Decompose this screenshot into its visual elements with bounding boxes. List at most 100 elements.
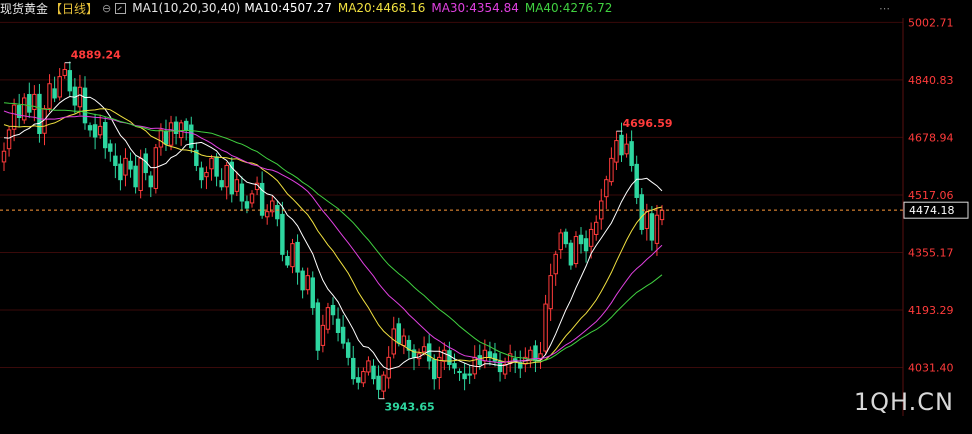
candle[interactable] [305,275,310,291]
candle[interactable] [133,165,138,188]
candle[interactable] [285,256,290,266]
candle[interactable] [583,238,589,252]
candle[interactable] [588,228,594,247]
candle[interactable] [649,213,655,241]
candle[interactable] [573,236,579,265]
candle[interactable] [340,326,346,344]
candle[interactable] [563,231,569,245]
candle[interactable] [386,356,391,379]
candle[interactable] [163,130,169,145]
candle[interactable] [619,134,624,156]
candle[interactable] [644,211,650,229]
candle[interactable] [204,172,209,178]
candle[interactable] [381,374,386,392]
candle[interactable] [345,342,351,358]
candle[interactable] [158,129,164,148]
ma-settings-label[interactable]: MA1(10,20,30,40) [132,1,240,15]
candle[interactable] [371,365,376,380]
candle[interactable] [361,371,366,384]
candle[interactable] [320,324,326,346]
period-label[interactable]: 【日线】 [50,0,98,17]
candle[interactable] [558,232,563,251]
candle[interactable] [487,351,493,358]
candle[interactable] [654,214,660,244]
candle[interactable] [280,213,285,255]
candle[interactable] [457,371,462,374]
candle[interactable] [67,70,73,92]
candle[interactable] [11,104,17,130]
candle[interactable] [548,275,553,310]
candle[interactable] [290,243,295,268]
candle[interactable] [173,121,179,134]
candle[interactable] [462,373,467,380]
candle[interactable] [366,360,371,373]
candle[interactable] [27,94,32,113]
candle[interactable] [421,346,427,353]
candle[interactable] [315,302,321,351]
candle[interactable] [47,83,52,109]
candle[interactable] [148,175,154,188]
candle[interactable] [77,86,83,108]
candle[interactable] [244,201,250,209]
candle[interactable] [209,157,214,170]
candle[interactable] [183,120,189,131]
candle[interactable] [624,143,629,155]
candle[interactable] [396,323,402,344]
candle[interactable] [502,363,508,375]
chart-settings-icon[interactable] [115,2,127,14]
candle[interactable] [629,141,634,166]
candle[interactable] [103,121,108,149]
candle[interactable] [376,375,381,390]
candle[interactable] [553,253,558,275]
candle[interactable] [97,125,103,136]
candle[interactable] [138,157,143,191]
candle[interactable] [543,303,548,352]
candle[interactable] [92,124,98,138]
candle[interactable] [568,242,574,266]
candle[interactable] [639,194,644,230]
candle[interactable] [37,93,42,134]
candle[interactable] [1,150,7,163]
candlestick-chart[interactable]: 5002.71 4840.83 4678.94 4517.06 4355.17 4193.… [0,0,972,434]
candle[interactable] [482,349,488,362]
candle[interactable] [300,270,305,291]
candle[interactable] [356,377,361,383]
more-menu-icon[interactable]: ⋯ [879,2,890,15]
cycle-icon[interactable]: ⊖ [102,2,111,15]
candle[interactable] [614,140,619,163]
candle[interactable] [275,205,280,220]
candle[interactable] [128,160,133,170]
candle[interactable] [62,69,67,76]
candle[interactable] [22,97,27,121]
candle[interactable] [335,318,341,333]
candle[interactable] [609,157,614,183]
candle[interactable] [310,277,315,309]
candle[interactable] [295,241,300,273]
candle[interactable] [249,193,255,204]
candle[interactable] [123,157,128,176]
candle[interactable] [447,350,452,365]
candle[interactable] [199,167,204,181]
candle[interactable] [351,357,356,380]
candle[interactable] [239,183,245,202]
candle[interactable] [52,88,57,99]
candle[interactable] [593,221,599,235]
candle[interactable] [442,349,447,362]
candle[interactable] [325,307,331,330]
candle[interactable] [224,164,229,188]
candle[interactable] [118,163,123,181]
candle[interactable] [108,143,113,152]
candle[interactable] [426,343,432,362]
candle[interactable] [578,234,584,245]
candle[interactable] [659,209,665,221]
candle[interactable] [168,122,174,146]
candle[interactable] [604,179,609,198]
candle[interactable] [330,304,336,316]
candle[interactable] [57,76,62,98]
candle[interactable] [219,180,224,188]
candle[interactable] [432,359,437,380]
candle[interactable] [214,156,219,177]
candle[interactable] [87,125,93,131]
candle[interactable] [6,129,12,150]
candle[interactable] [113,155,118,166]
